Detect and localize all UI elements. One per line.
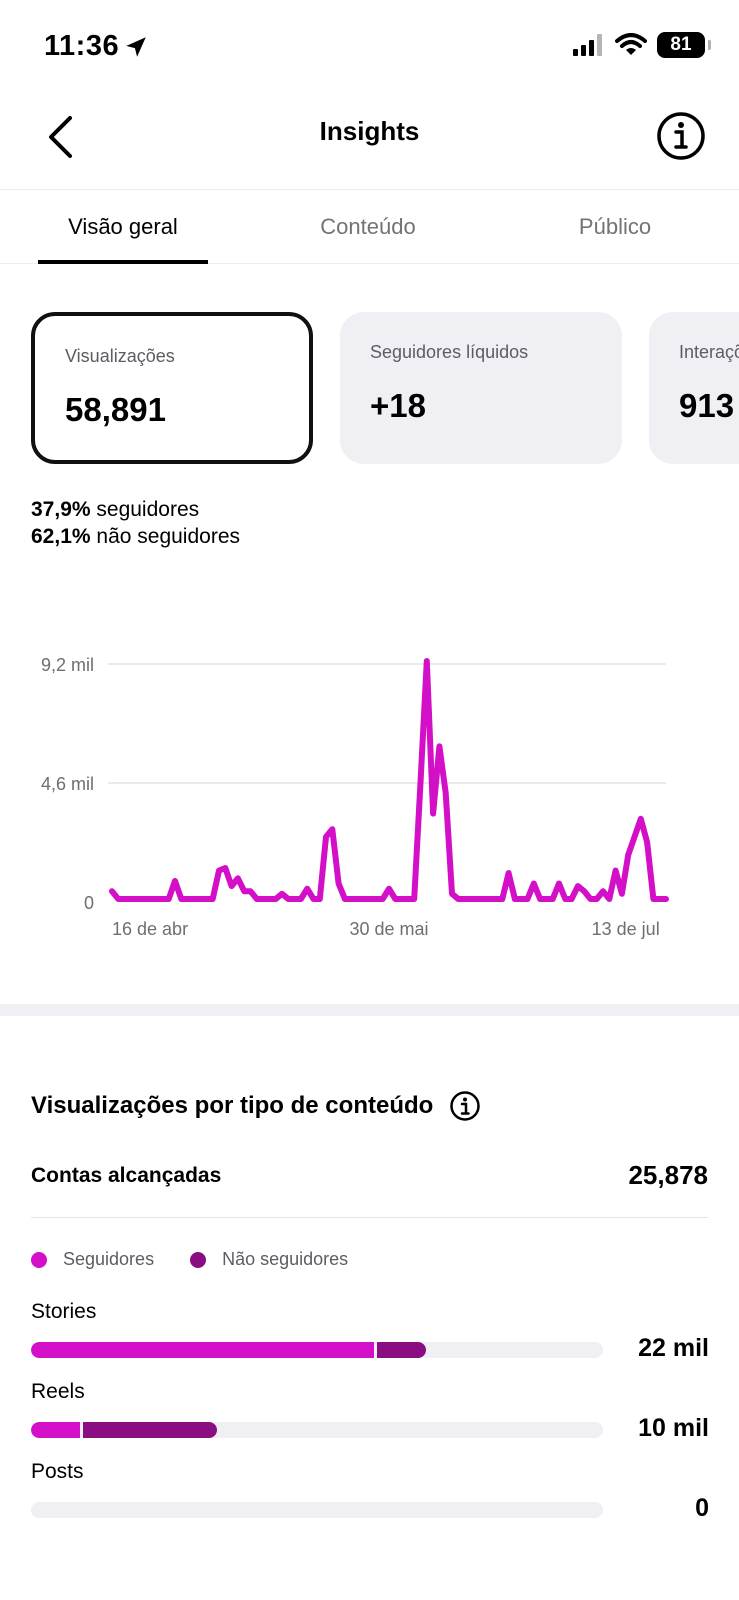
breakdown-legend: Seguidores Não seguidores [31, 1249, 384, 1270]
metric-card-label: Interações [679, 342, 739, 362]
followers-segment [31, 1342, 374, 1358]
nonfollowers-percent: 62,1% [31, 525, 91, 548]
status-icons: 81 [573, 32, 711, 58]
content-type-label: Reels [31, 1380, 85, 1403]
content-type-label: Posts [31, 1460, 84, 1483]
breakdown-header: Visualizações por tipo de conteúdo [31, 1090, 481, 1122]
metric-cards-carousel[interactable]: Visualizações 58,891 Seguidores líquidos… [0, 312, 739, 466]
y-tick-label: 9,2 mil [41, 655, 94, 675]
follower-split: 37,9% seguidores 62,1% não seguidores [31, 496, 240, 550]
content-type-label: Stories [31, 1300, 97, 1323]
legend-dot [31, 1251, 47, 1268]
content-type-bar [31, 1342, 603, 1358]
legend-label: Não seguidores [222, 1249, 349, 1269]
legend-label: Seguidores [63, 1249, 155, 1269]
location-arrow-icon [126, 36, 146, 57]
content-type-value: 10 mil [638, 1414, 709, 1442]
metric-card-interactions[interactable]: Interações 913 [649, 312, 739, 464]
x-tick-label: 16 de abr [112, 919, 188, 939]
x-tick-label: 30 de mai [349, 919, 428, 939]
followers-segment [31, 1422, 80, 1438]
battery-level: 81 [670, 34, 692, 55]
nonfollowers-share: 62,1% não seguidores [31, 523, 240, 550]
section-divider [0, 1004, 739, 1016]
status-bar: 11:36 81 [0, 0, 739, 90]
cellular-signal-icon [573, 34, 602, 56]
content-type-value: 22 mil [638, 1334, 709, 1362]
content-type-row-stories[interactable]: Stories 22 mil [31, 1300, 709, 1370]
breakdown-title: Visualizações por tipo de conteúdo [31, 1092, 434, 1119]
nonfollowers-segment [377, 1342, 426, 1358]
content-type-row-reels[interactable]: Reels 10 mil [31, 1380, 709, 1450]
nonfollowers-segment [83, 1422, 217, 1438]
tab-audience[interactable]: Público [530, 214, 700, 240]
accounts-reached-row: Contas alcançadas 25,878 [31, 1158, 708, 1218]
content-type-bar [31, 1502, 603, 1518]
info-icon[interactable] [449, 1090, 481, 1122]
metric-card-net-followers[interactable]: Seguidores líquidos +18 [340, 312, 622, 464]
content-type-bar [31, 1422, 603, 1438]
content-type-row-posts[interactable]: Posts 0 [31, 1460, 709, 1530]
x-tick-label: 13 de jul [592, 919, 660, 939]
status-time: 11:36 [44, 30, 149, 63]
legend-item-nonfollowers: Não seguidores [190, 1249, 348, 1270]
info-icon [657, 112, 705, 160]
y-tick-label: 0 [84, 893, 94, 913]
followers-share: 37,9% seguidores [31, 496, 240, 523]
nonfollowers-share-label: não seguidores [96, 525, 240, 548]
followers-share-label: seguidores [96, 498, 200, 521]
views-line-chart[interactable]: 9,2 mil 4,6 mil 0 16 de abr 30 de mai 13 de j… [0, 640, 739, 970]
tab-bar: Visão geral Conteúdo Público [0, 190, 739, 264]
metric-card-value: 58,891 [65, 391, 166, 428]
battery-indicator: 81 [657, 32, 711, 58]
content-type-value: 0 [695, 1494, 709, 1522]
metric-card-value: +18 [370, 387, 426, 424]
status-time-text: 11:36 [44, 30, 120, 62]
info-button[interactable] [655, 110, 707, 162]
legend-dot [190, 1251, 207, 1268]
tab-content[interactable]: Conteúdo [283, 214, 453, 240]
views-series-line [109, 658, 669, 902]
legend-item-followers: Seguidores [31, 1249, 154, 1270]
metric-card-value: 913 [679, 387, 735, 424]
metric-card-views[interactable]: Visualizações 58,891 [31, 312, 313, 464]
followers-percent: 37,9% [31, 498, 91, 521]
page-title: Insights [319, 116, 420, 146]
y-tick-label: 4,6 mil [41, 774, 94, 794]
metric-card-label: Visualizações [65, 346, 175, 366]
accounts-reached-label: Contas alcançadas [31, 1164, 222, 1187]
metric-card-label: Seguidores líquidos [370, 342, 529, 362]
active-tab-indicator [38, 260, 208, 264]
tab-overview[interactable]: Visão geral [38, 214, 208, 240]
header: Insights [0, 90, 739, 190]
accounts-reached-value: 25,878 [628, 1160, 708, 1190]
wifi-icon [615, 33, 647, 55]
